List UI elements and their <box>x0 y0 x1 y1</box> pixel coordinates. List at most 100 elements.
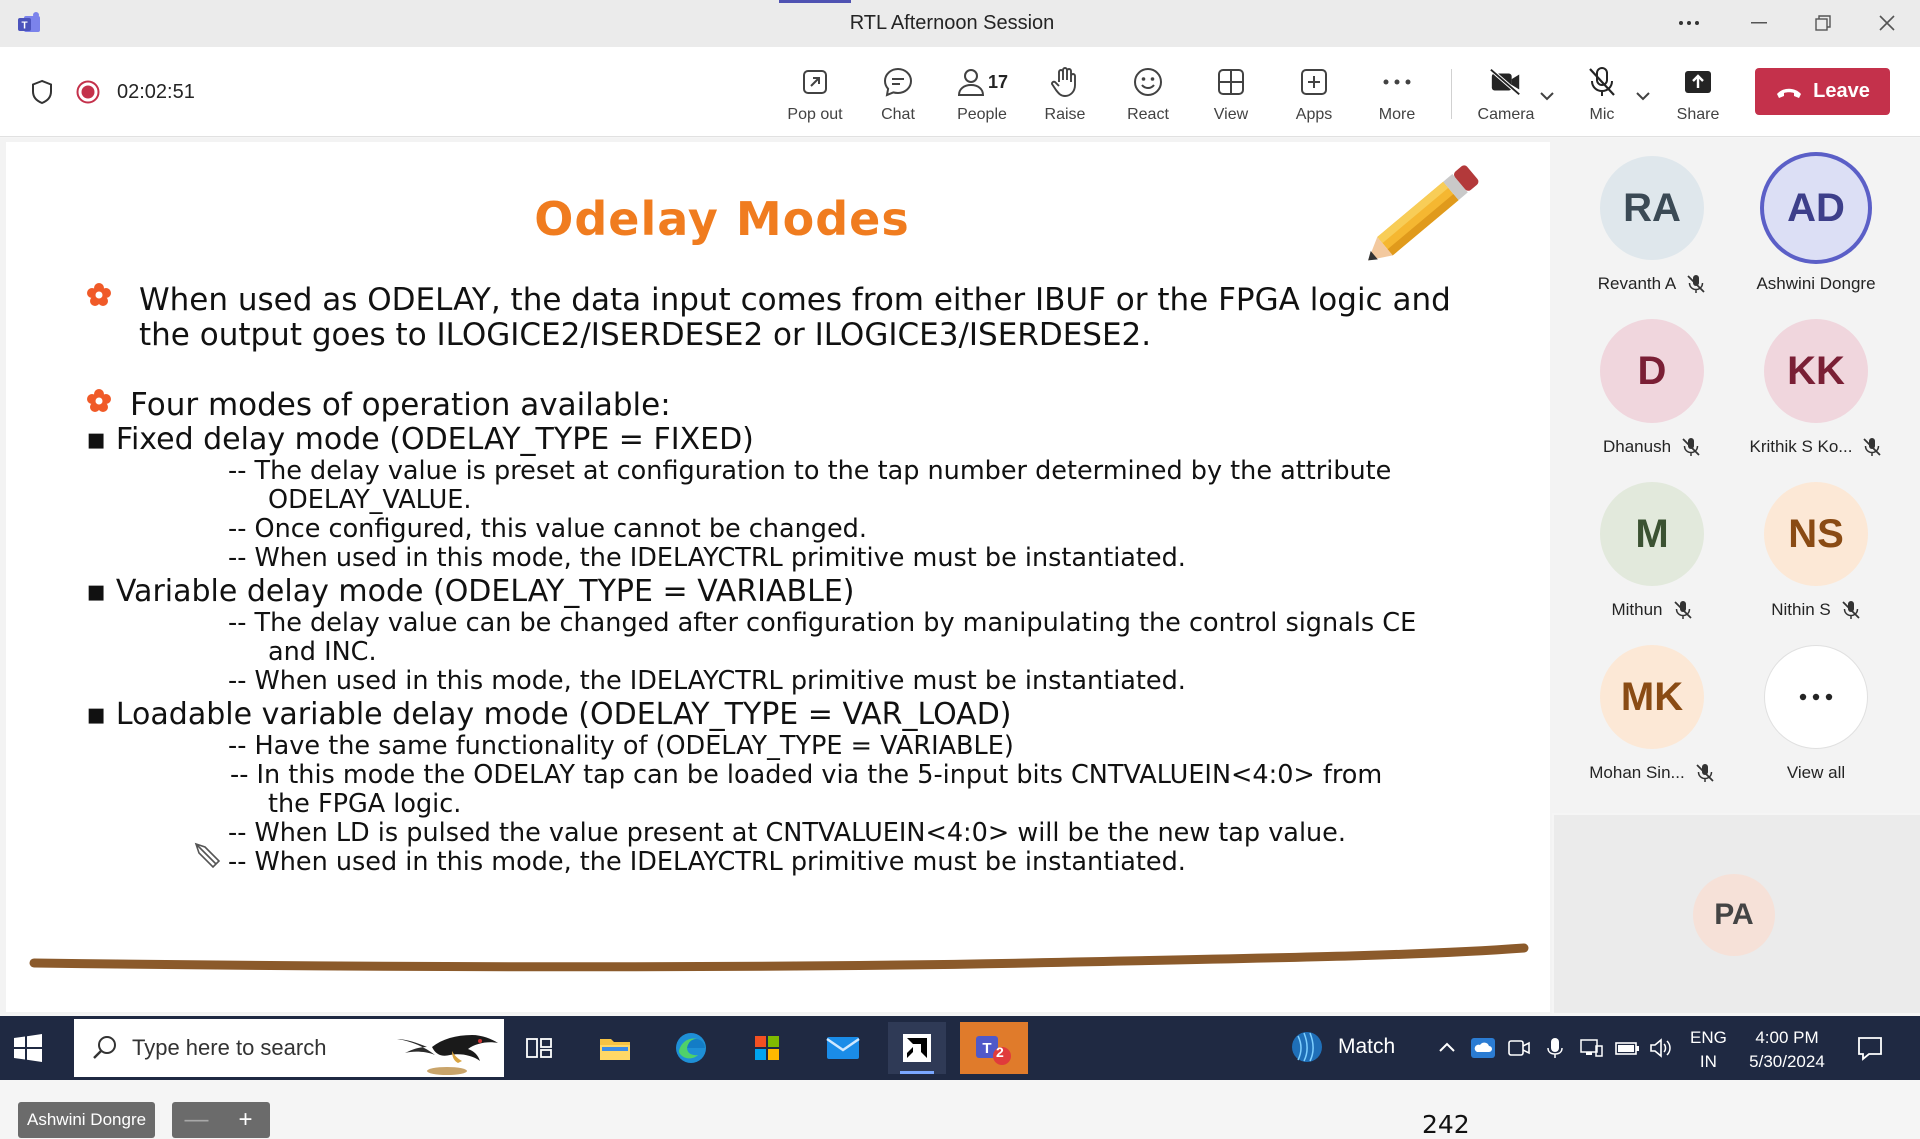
presenter-name-tag: Ashwini Dongre <box>18 1102 156 1138</box>
mic-chevron-down-icon[interactable] <box>1634 89 1652 103</box>
mode1-sub3: -- When used in this mode, the IDELAYCTR… <box>228 543 1186 573</box>
zoom-in-button[interactable]: + <box>226 1106 266 1134</box>
mode1-sub1a: -- The delay value is preset at configur… <box>228 456 1392 486</box>
window-more-icon[interactable] <box>1666 8 1712 38</box>
mode2-sub1a: -- The delay value can be changed after … <box>228 608 1417 638</box>
participant-name: Revanth A <box>1597 274 1677 293</box>
mode3-sub4: -- When used in this mode, the IDELAYCTR… <box>228 847 1186 877</box>
mode3-heading: ▪ Loadable variable delay mode (ODELAY_T… <box>86 697 1012 732</box>
participant-tile-d[interactable]: D Dhanush <box>1570 307 1734 467</box>
bullet1-line2: the output goes to ILOGICE2/ISERDESE2 or… <box>139 317 1152 353</box>
news-widget[interactable]: Match <box>1290 1030 1395 1064</box>
chat-label: Chat <box>881 106 915 123</box>
mode2-sub1b: and INC. <box>268 637 377 667</box>
search-highlight-bird-icon <box>397 1035 498 1075</box>
zoom-out-button[interactable]: — <box>177 1106 217 1134</box>
react-button[interactable]: React <box>1108 61 1188 127</box>
raise-label: Raise <box>1044 106 1086 123</box>
hand-icon <box>1051 67 1076 97</box>
search-icon <box>93 1036 116 1059</box>
participant-tile-mk[interactable]: MK Mohan Sin... <box>1570 633 1734 793</box>
minimize-icon[interactable] <box>1736 8 1782 38</box>
teams-notification-badge: 2 <box>996 1044 1004 1060</box>
taskbar-search[interactable]: Type here to search <box>74 1019 504 1077</box>
svg-text:T: T <box>982 1040 991 1057</box>
more-button[interactable]: More <box>1357 61 1437 127</box>
edge-icon <box>676 1033 706 1063</box>
slide-body: When used as ODELAY, the data input come… <box>6 142 1550 1012</box>
mic-muted-icon <box>1687 275 1705 293</box>
mode1-heading: ▪ Fixed delay mode (ODELAY_TYPE = FIXED) <box>86 422 754 457</box>
camera-button[interactable]: Camera <box>1466 61 1546 127</box>
react-label: React <box>1127 106 1169 123</box>
avatar: RA <box>1600 156 1704 260</box>
mail-icon <box>826 1037 860 1059</box>
participant-tile-kk[interactable]: KK Krithik S Ko... <box>1734 307 1898 467</box>
participant-tile-ns[interactable]: NS Nithin S <box>1734 470 1898 630</box>
mode2-heading: ▪ Variable delay mode (ODELAY_TYPE = VAR… <box>86 574 855 609</box>
mic-muted-icon <box>1842 601 1860 619</box>
view-all-button[interactable]: View all <box>1734 633 1898 793</box>
chat-button[interactable]: Chat <box>858 61 938 127</box>
taskbar: Type here to search T 2 Match ENG IN 4:0… <box>0 1016 1920 1080</box>
meeting-toolbar: 02:02:51 Pop out Chat 17 People Raise Re… <box>0 47 1920 137</box>
onedrive-icon[interactable] <box>1470 1036 1496 1060</box>
close-icon[interactable] <box>1864 8 1910 38</box>
participant-tile-ra[interactable]: RA Revanth A <box>1570 144 1734 304</box>
mail-app[interactable] <box>814 1022 872 1074</box>
region-code: IN <box>1699 1052 1717 1071</box>
input-language[interactable]: ENG IN <box>1690 1026 1727 1074</box>
task-view-button[interactable] <box>510 1022 568 1074</box>
people-button[interactable]: 17 People <box>942 61 1022 127</box>
mode3-sub2a: -- In this mode the ODELAY tap can be lo… <box>230 760 1383 790</box>
more-label: More <box>1378 106 1416 123</box>
pen-cursor-icon <box>194 842 221 869</box>
system-clock[interactable]: 4:00 PM 5/30/2024 <box>1742 1026 1832 1074</box>
amd-app[interactable] <box>888 1022 946 1074</box>
leave-button[interactable]: Leave <box>1755 68 1890 115</box>
teams-app[interactable]: T 2 <box>960 1022 1028 1074</box>
avatar: MK <box>1600 645 1704 749</box>
more-participants-icon <box>1764 645 1868 749</box>
participant-name: Krithik S Ko... <box>1749 437 1853 456</box>
self-avatar: PA <box>1693 874 1775 956</box>
people-count: 17 <box>987 71 1009 92</box>
meeting-timer: 02:02:51 <box>117 81 195 103</box>
camera-chevron-down-icon[interactable] <box>1538 89 1556 103</box>
file-explorer-app[interactable] <box>586 1022 644 1074</box>
mic-label: Mic <box>1589 106 1615 123</box>
raise-hand-button[interactable]: Raise <box>1025 61 1105 127</box>
grid-view-icon <box>1218 69 1244 95</box>
chevron-up-icon[interactable] <box>1434 1036 1460 1060</box>
network-icon[interactable] <box>1578 1036 1604 1060</box>
app-running-indicator <box>900 1071 934 1074</box>
store-icon <box>755 1036 779 1060</box>
shield-icon[interactable] <box>30 79 54 105</box>
view-button[interactable]: View <box>1191 61 1271 127</box>
flower-bullet-icon <box>87 389 111 412</box>
slide-page-number: 242 <box>1422 1110 1470 1139</box>
volume-icon[interactable] <box>1648 1036 1674 1060</box>
popout-button[interactable]: Pop out <box>775 61 855 127</box>
folder-icon <box>600 1039 630 1060</box>
microsoft-store-app[interactable] <box>738 1022 796 1074</box>
participant-tile-ad[interactable]: AD Ashwini Dongre <box>1734 144 1898 304</box>
mode3-sub3: -- When LD is pulsed the value present a… <box>228 818 1346 848</box>
microphone-icon[interactable] <box>1542 1036 1568 1060</box>
mic-button[interactable]: Mic <box>1562 61 1642 127</box>
edge-browser-app[interactable] <box>662 1022 720 1074</box>
meet-now-icon[interactable] <box>1506 1036 1532 1060</box>
news-widget-label: Match <box>1338 1035 1396 1058</box>
apps-button[interactable]: Apps <box>1274 61 1354 127</box>
notification-icon[interactable] <box>1856 1034 1884 1062</box>
mic-muted-icon <box>1863 438 1882 456</box>
avatar: D <box>1600 319 1704 423</box>
restore-icon[interactable] <box>1800 8 1846 38</box>
windows-start-icon[interactable] <box>14 1034 42 1062</box>
participant-tile-m[interactable]: M Mithun <box>1570 470 1734 630</box>
zoom-controls: — + <box>172 1102 270 1138</box>
chat-icon <box>883 67 913 97</box>
share-button[interactable]: Share <box>1658 61 1738 127</box>
battery-icon[interactable] <box>1614 1036 1640 1060</box>
clock-time: 4:00 PM <box>1755 1028 1819 1047</box>
